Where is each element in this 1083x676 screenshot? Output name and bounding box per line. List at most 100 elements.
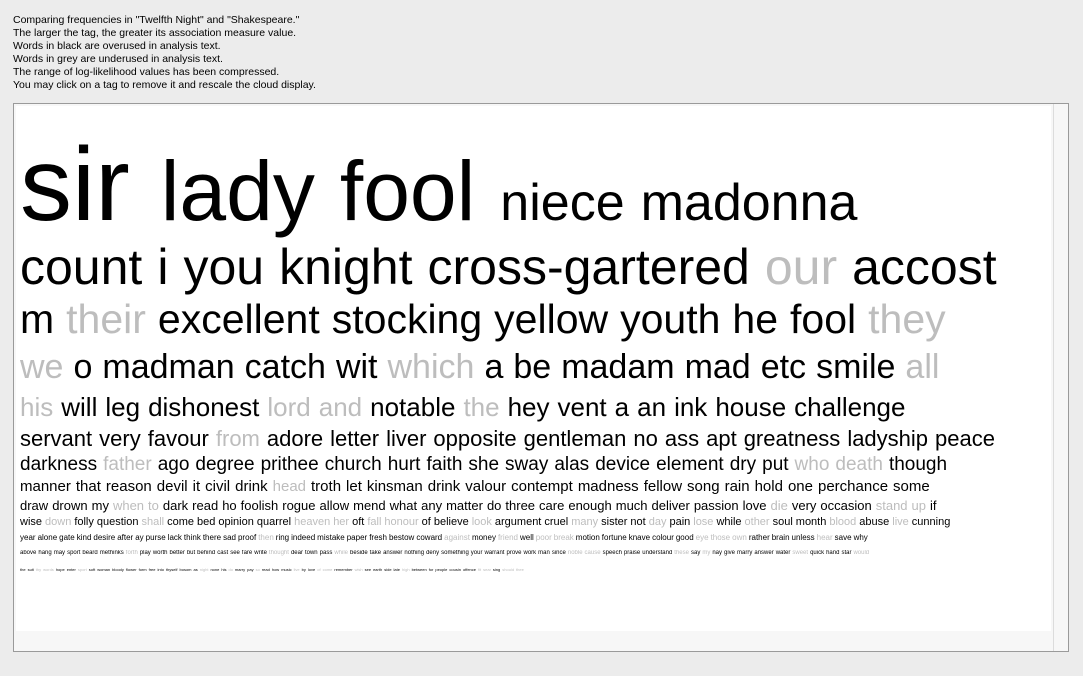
tag-an[interactable]: an (637, 392, 666, 423)
tag-heaven[interactable]: heaven (294, 516, 330, 528)
tag-any[interactable]: any (421, 498, 442, 513)
tag-house[interactable]: house (715, 392, 786, 423)
tag-hold[interactable]: hold (755, 478, 783, 495)
tag-will[interactable]: will (61, 392, 97, 423)
tag-hey[interactable]: hey (508, 392, 550, 423)
tag-warrant[interactable]: warrant (484, 550, 504, 556)
tag-hang[interactable]: hang (38, 550, 51, 556)
tag-dry[interactable]: dry (730, 454, 756, 476)
tag-hope[interactable]: hope (56, 567, 65, 572)
tag-poor[interactable]: poor (536, 533, 552, 542)
tag-knave[interactable]: knave (629, 533, 650, 542)
tag-eye[interactable]: eye (696, 533, 709, 542)
tag-o[interactable]: o (73, 348, 92, 387)
tag-care[interactable]: care (539, 498, 564, 513)
tag-head[interactable]: head (273, 478, 306, 495)
tag-when[interactable]: when (113, 498, 144, 513)
tag-water[interactable]: water (776, 550, 791, 556)
tag-gate[interactable]: gate (59, 533, 75, 542)
tag-ladyship[interactable]: ladyship (847, 426, 928, 452)
tag-those[interactable]: those (711, 533, 731, 542)
tag-words[interactable]: words (43, 567, 54, 572)
tag-many[interactable]: many (571, 516, 598, 528)
tag-hand[interactable]: hand (826, 550, 839, 556)
tag-see[interactable]: see (230, 550, 240, 556)
tag-into[interactable]: into (157, 567, 163, 572)
tag-may[interactable]: may (54, 550, 65, 556)
tag-prove[interactable]: prove (506, 550, 521, 556)
tag-opinion[interactable]: opinion (218, 516, 253, 528)
tag-methinks[interactable]: methinks (100, 550, 124, 556)
tag-your[interactable]: your (471, 550, 483, 556)
tag-m[interactable]: m (20, 296, 54, 343)
tag-much[interactable]: much (616, 498, 648, 513)
tag-take[interactable]: take (370, 550, 381, 556)
tag-suit[interactable]: suit (28, 567, 34, 572)
tag-unless[interactable]: unless (792, 533, 815, 542)
tag-sister[interactable]: sister (601, 516, 627, 528)
tag-how[interactable]: how (272, 567, 279, 572)
tag-colour[interactable]: colour (652, 533, 674, 542)
tag-rather[interactable]: rather (749, 533, 770, 542)
tag-thee[interactable]: thee (516, 567, 524, 572)
tag-drink[interactable]: drink (428, 478, 461, 495)
tag-write[interactable]: write (254, 550, 267, 556)
tag-reason[interactable]: reason (106, 478, 152, 495)
tag-the[interactable]: the (463, 392, 499, 423)
tag-bloody[interactable]: bloody (112, 567, 124, 572)
tag-bosom[interactable]: bosom (180, 567, 192, 572)
tag-though[interactable]: though (889, 454, 947, 476)
tag-answer[interactable]: answer (754, 550, 773, 556)
tag-my[interactable]: my (702, 550, 710, 556)
tag-accost[interactable]: accost (852, 238, 997, 296)
tag-favour[interactable]: favour (148, 426, 209, 452)
tag-abuse[interactable]: abuse (859, 516, 889, 528)
tag-down[interactable]: down (45, 516, 71, 528)
tag-cross-gartered[interactable]: cross-gartered (428, 238, 750, 296)
tag-lord[interactable]: lord (267, 392, 310, 423)
tag-adore[interactable]: adore (267, 426, 323, 452)
tag-none[interactable]: none (210, 567, 219, 572)
tag-his[interactable]: his (20, 392, 53, 423)
tag-greatness[interactable]: greatness (744, 426, 841, 452)
tag-leg[interactable]: leg (105, 392, 140, 423)
tag-put[interactable]: put (762, 454, 788, 476)
tag-praise[interactable]: praise (624, 550, 640, 556)
tag-father[interactable]: father (103, 454, 152, 476)
tag-purse[interactable]: purse (146, 533, 166, 542)
tag-no[interactable]: no (633, 426, 657, 452)
tag-soft[interactable]: soft (89, 567, 95, 572)
tag-since[interactable]: since (552, 550, 566, 556)
tag-devil[interactable]: devil (157, 478, 188, 495)
tag-letter[interactable]: letter (330, 426, 379, 452)
tag-death[interactable]: death (835, 454, 883, 476)
tag-there[interactable]: there (203, 533, 221, 542)
tag-see[interactable]: see (365, 567, 371, 572)
tag-allow[interactable]: allow (320, 498, 350, 513)
tag-quick[interactable]: quick (810, 550, 824, 556)
tag-high[interactable]: high (402, 567, 410, 572)
tag-understand[interactable]: understand (642, 550, 672, 556)
tag-some[interactable]: some (893, 478, 930, 495)
tag-knight[interactable]: knight (279, 238, 412, 296)
tag-people[interactable]: people (435, 567, 447, 572)
tag-offence[interactable]: offence (463, 567, 476, 572)
tag-liver[interactable]: liver (386, 426, 426, 452)
tag-alone[interactable]: alone (38, 533, 58, 542)
tag-forth[interactable]: forth (126, 550, 138, 556)
tag-better[interactable]: better (169, 550, 184, 556)
tag-flower[interactable]: flower (126, 567, 137, 572)
tag-these[interactable]: these (674, 550, 689, 556)
tag-desire[interactable]: desire (93, 533, 115, 542)
tag-opposite[interactable]: opposite (433, 426, 516, 452)
tag-paper[interactable]: paper (347, 533, 367, 542)
tag-something[interactable]: something (441, 550, 469, 556)
tag-sport[interactable]: sport (67, 550, 80, 556)
tag-if[interactable]: if (930, 498, 937, 513)
tag-from[interactable]: from (216, 426, 260, 452)
tag-by[interactable]: by (302, 567, 306, 572)
tag-behind[interactable]: behind (197, 550, 215, 556)
tag-sway[interactable]: sway (505, 454, 548, 476)
tag-why[interactable]: why (854, 533, 868, 542)
tag-deliver[interactable]: deliver (652, 498, 690, 513)
